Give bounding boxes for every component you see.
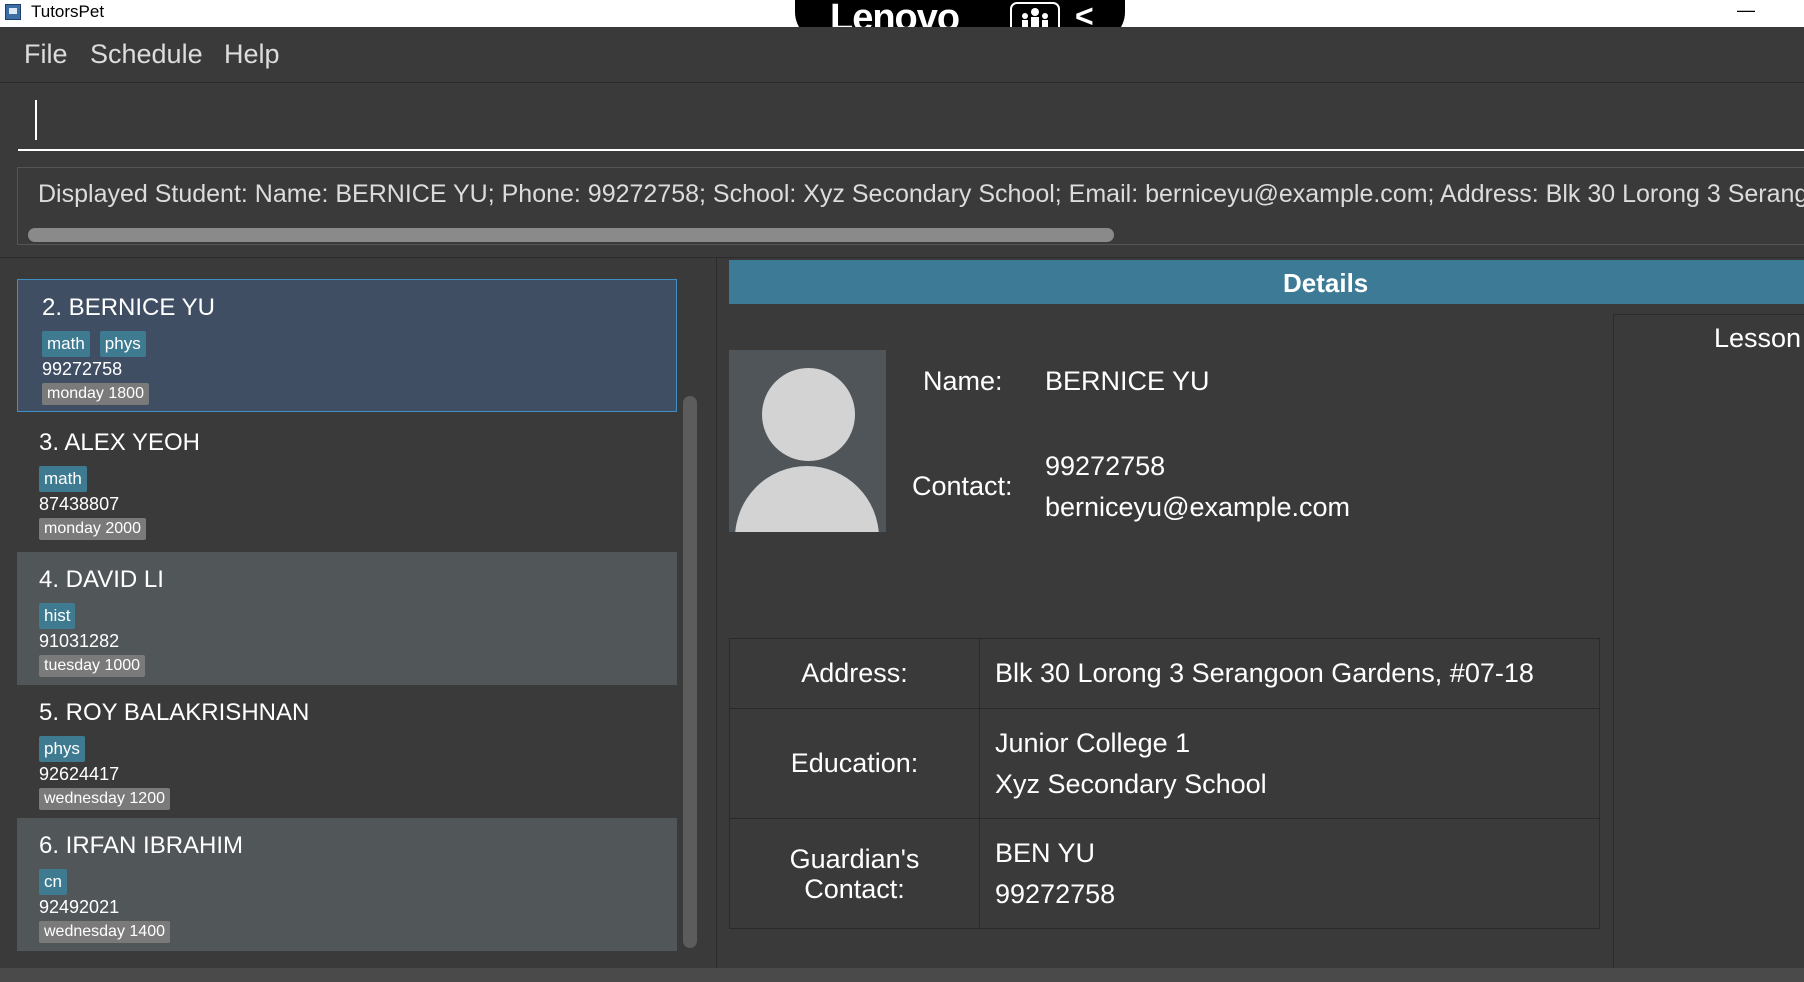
address-row: Address: Blk 30 Lorong 3 Serangoon Garde…: [729, 638, 1600, 709]
lesson-tag: tuesday 1000: [39, 655, 146, 677]
name-label: Name:: [923, 366, 1003, 396]
student-card[interactable]: 4. DAVID LI hist 91031282 tuesday 1000: [17, 552, 677, 685]
student-name: 6. IRFAN IBRAHIM: [39, 832, 244, 859]
address-value: Blk 30 Lorong 3 Serangoon Gardens, #07-1…: [979, 638, 1600, 709]
lesson-tag: wednesday 1200: [39, 788, 170, 810]
subject-tag: math: [39, 466, 87, 492]
subject-tag: phys: [99, 331, 146, 357]
tag-list: math phys: [42, 331, 146, 357]
menu-bar: File Schedule Help: [0, 27, 1804, 83]
guardian-value: BEN YU 99272758: [979, 818, 1600, 929]
subject-tag: phys: [39, 736, 85, 762]
result-display: Displayed Student: Name: BERNICE YU; Pho…: [17, 167, 1804, 245]
student-name: 2. BERNICE YU: [42, 294, 215, 321]
avatar: [729, 350, 886, 532]
vertical-scrollbar[interactable]: [683, 396, 697, 948]
contact-email: berniceyu@example.com: [1045, 492, 1351, 522]
education-row: Education: Junior College 1 Xyz Secondar…: [729, 708, 1600, 819]
student-card[interactable]: 3. ALEX YEOH math 87438807 monday 2000: [17, 415, 677, 548]
panel-divider: [716, 258, 717, 968]
student-card[interactable]: 5. ROY BALAKRISHNAN phys 92624417 wednes…: [17, 685, 677, 818]
education-label: Education:: [729, 708, 980, 819]
tag-list: phys: [39, 736, 85, 762]
guardian-label: Guardian's Contact:: [729, 818, 980, 929]
student-name: 4. DAVID LI: [39, 566, 164, 593]
guardian-phone: 99272758: [995, 878, 1116, 909]
lesson-title: Lesson: [1714, 323, 1802, 353]
avatar-head-icon: [762, 368, 855, 461]
student-card[interactable]: 6. IRFAN IBRAHIM cn 92492021 wednesday 1…: [17, 818, 677, 951]
tag-list: hist: [39, 603, 76, 629]
education-value: Junior College 1 Xyz Secondary School: [979, 708, 1600, 819]
command-box: [0, 83, 1804, 153]
subject-tag: hist: [39, 603, 76, 629]
student-name: 5. ROY BALAKRISHNAN: [39, 699, 310, 726]
menu-help[interactable]: Help: [224, 39, 280, 70]
window-title: TutorsPet: [31, 2, 105, 21]
divider: [0, 257, 1804, 258]
tag-list: math: [39, 466, 87, 492]
command-input[interactable]: [18, 83, 1804, 151]
guardian-label-line2: Contact:: [804, 873, 905, 904]
lesson-tag: monday 1800: [42, 383, 149, 405]
school-name: Xyz Secondary School: [995, 768, 1267, 799]
horizontal-scrollbar[interactable]: [28, 228, 1114, 242]
lesson-tag: monday 2000: [39, 518, 146, 540]
tag-list: cn: [39, 869, 67, 895]
lesson-tag: wednesday 1400: [39, 921, 170, 943]
student-card[interactable]: 2. BERNICE YU math phys 99272758 monday …: [17, 279, 677, 412]
education-level: Junior College 1: [995, 727, 1191, 758]
app-icon: [5, 4, 21, 20]
student-phone: 87438807: [39, 494, 120, 514]
student-phone: 92624417: [39, 764, 120, 784]
minimize-button[interactable]: —: [1734, 0, 1758, 21]
guardian-name: BEN YU: [995, 837, 1096, 868]
text-caret: [35, 100, 37, 140]
student-list: 2. BERNICE YU math phys 99272758 monday …: [17, 276, 677, 952]
guardian-row: Guardian's Contact: BEN YU 99272758: [729, 818, 1600, 929]
menu-file[interactable]: File: [24, 39, 68, 70]
details-header: Details: [729, 260, 1804, 304]
menu-schedule[interactable]: Schedule: [90, 39, 203, 70]
student-name: 3. ALEX YEOH: [39, 429, 200, 456]
student-phone: 92492021: [39, 897, 120, 917]
name-value: BERNICE YU: [1045, 366, 1210, 396]
result-text: Displayed Student: Name: BERNICE YU; Pho…: [38, 180, 1804, 208]
student-phone: 91031282: [39, 631, 120, 651]
subject-tag: math: [42, 331, 90, 357]
avatar-body-icon: [735, 466, 879, 532]
subject-tag: cn: [39, 869, 67, 895]
student-phone: 99272758: [42, 359, 123, 379]
lesson-panel: Lesson: [1613, 314, 1804, 970]
details-title: Details: [1283, 268, 1369, 298]
info-table: Address: Blk 30 Lorong 3 Serangoon Garde…: [729, 638, 1600, 929]
address-label: Address:: [729, 638, 980, 709]
contact-label: Contact:: [912, 471, 1013, 501]
contact-phone: 99272758: [1045, 451, 1166, 481]
bottom-strip: [0, 968, 1804, 982]
guardian-label-line1: Guardian's: [789, 843, 920, 874]
